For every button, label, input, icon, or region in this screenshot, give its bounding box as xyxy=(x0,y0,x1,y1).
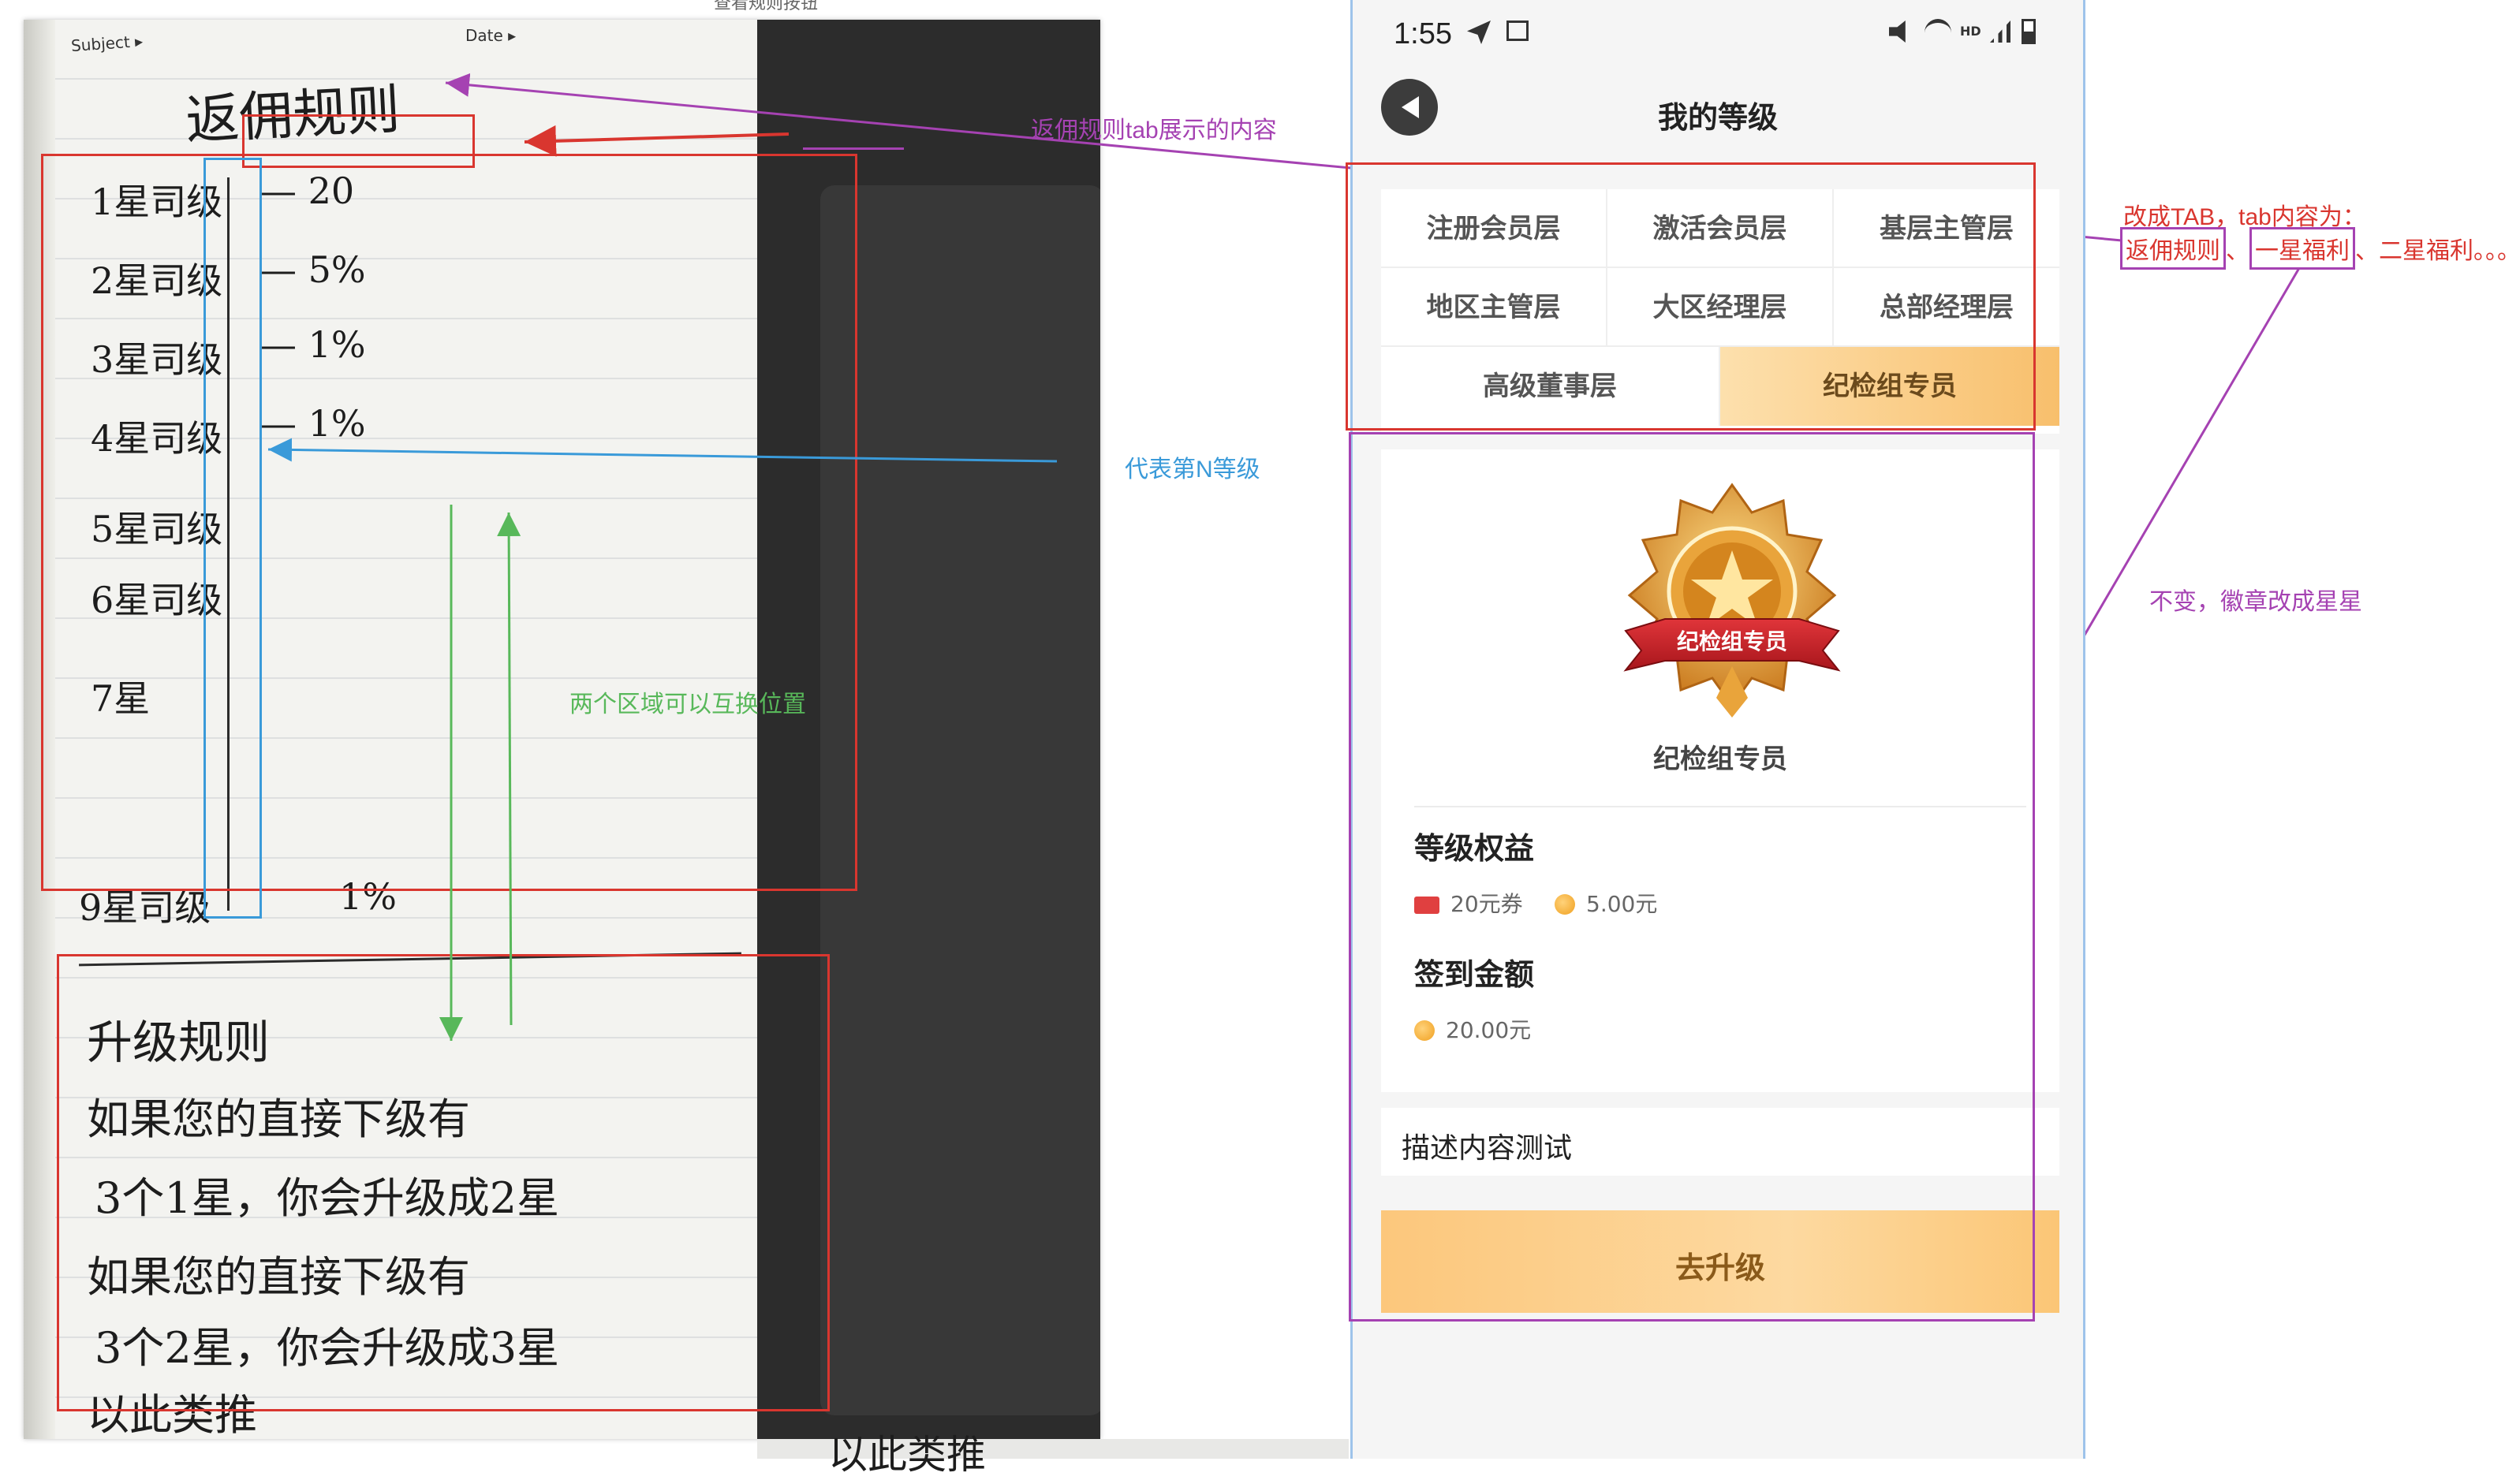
annotation-tab-rule: 返佣规则 xyxy=(2120,227,2226,270)
wifi-icon xyxy=(1925,19,1951,47)
mute-icon xyxy=(1889,21,1906,43)
send-icon xyxy=(1467,21,1491,44)
annotation-rule-tab-content: 返佣规则tab展示的内容 xyxy=(1031,117,1277,144)
tabs-highlight-box xyxy=(1346,162,2036,431)
hd-label: HD xyxy=(1960,24,1981,39)
signal-icon xyxy=(1990,21,2010,43)
battery-icon xyxy=(2022,19,2036,44)
annotation-swap-areas: 两个区域可以互换位置 xyxy=(569,692,806,718)
page-title: 我的等级 xyxy=(1657,100,1778,135)
annotation-tab-star1: 一星福利 xyxy=(2249,227,2355,270)
status-time: 1:55 xyxy=(1394,17,1452,50)
annotation-tab-rest: 、二星福利。。。 xyxy=(2355,238,2520,264)
image-icon xyxy=(1506,21,1529,41)
annotation-tab-content-line: 返佣规则、一星福利 、二星福利。。。 xyxy=(2120,227,2520,270)
annotation-badge-note: 不变，徽章改成星星 xyxy=(2149,589,2362,615)
annotation-nth-level: 代表第N等级 xyxy=(1125,457,1260,483)
content-highlight-box xyxy=(1349,432,2035,1322)
annotation-tab-sep: 、 xyxy=(2226,238,2249,264)
nav-bar: 我的等级 xyxy=(1353,71,2083,158)
status-bar: 1:55 HD xyxy=(1353,0,2083,63)
